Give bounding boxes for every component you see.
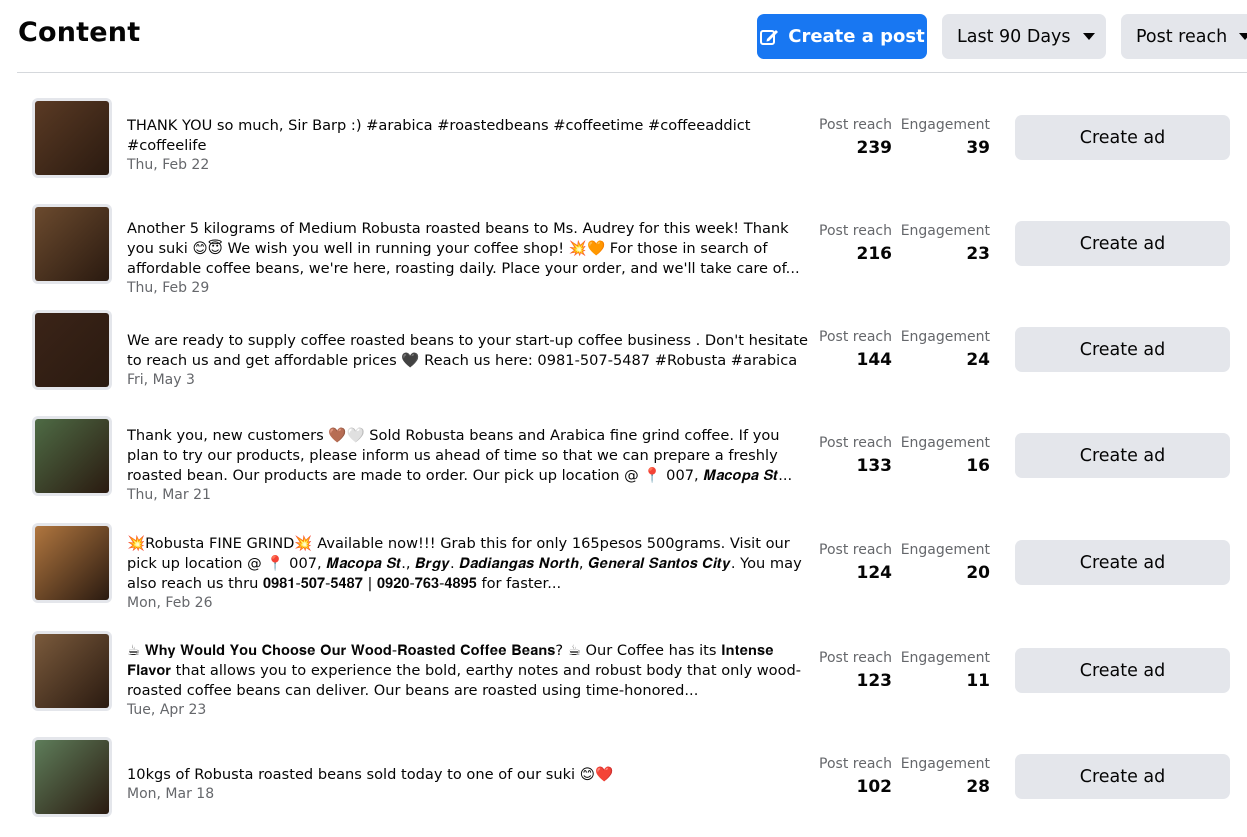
post-reach-value: 124 [856,563,893,583]
engagement-label: Engagement [900,117,990,133]
post-text[interactable]: Thank you, new customers 🤎🤍 Sold Robusta… [127,426,811,486]
create-post-label: Create a post [788,26,925,47]
create-post-button[interactable]: Create a post [757,14,927,59]
post-reach-value: 133 [856,456,893,476]
post-text[interactable]: ☕ 𝐖𝐡𝐲 𝐖𝐨𝐮𝐥𝐝 𝐘𝐨𝐮 𝐂𝐡𝐨𝐨𝐬𝐞 𝐎𝐮𝐫 𝐖𝐨𝐨𝐝-𝐑𝐨𝐚𝐬𝐭𝐞𝐝 … [127,641,811,701]
post-reach-label: Post reach [819,542,892,558]
post-image [35,101,109,175]
post-reach-value: 144 [856,350,893,370]
create-ad-button[interactable]: Create ad [1015,433,1230,478]
create-ad-button[interactable]: Create ad [1015,115,1230,160]
post-thumbnail[interactable] [32,98,112,178]
post-reach-label: Post reach [819,223,892,239]
engagement-value: 16 [966,456,990,476]
post-date: Tue, Apr 23 [127,702,207,718]
sort-metric-label: Post reach [1136,26,1228,47]
post-row[interactable]: 💥Robusta FINE GRIND💥 Available now!!! Gr… [0,523,1247,623]
post-image [35,526,109,600]
post-reach-value: 239 [856,138,893,158]
post-reach-label: Post reach [819,117,892,133]
post-date: Thu, Mar 21 [127,487,211,503]
engagement-value: 11 [966,671,990,691]
post-thumbnail[interactable] [32,631,112,711]
create-ad-button[interactable]: Create ad [1015,648,1230,693]
engagement-value: 20 [966,563,990,583]
post-reach-value: 123 [856,671,893,691]
post-thumbnail[interactable] [32,310,112,390]
post-text[interactable]: 💥Robusta FINE GRIND💥 Available now!!! Gr… [127,534,811,594]
engagement-value: 28 [966,777,990,797]
post-thumbnail[interactable] [32,204,112,284]
post-image [35,207,109,281]
post-row[interactable]: 10kgs of Robusta roasted beans sold toda… [0,737,1247,837]
create-ad-button[interactable]: Create ad [1015,754,1230,799]
post-text[interactable]: Another 5 kilograms of Medium Robusta ro… [127,219,811,279]
page-title: Content [18,17,141,48]
post-row[interactable]: ☕ 𝐖𝐡𝐲 𝐖𝐨𝐮𝐥𝐝 𝐘𝐨𝐮 𝐂𝐡𝐨𝐨𝐬𝐞 𝐎𝐮𝐫 𝐖𝐨𝐨𝐝-𝐑𝐨𝐚𝐬𝐭𝐞𝐝 … [0,631,1247,731]
engagement-value: 39 [966,138,990,158]
engagement-label: Engagement [900,756,990,772]
edit-icon [760,29,779,45]
engagement-value: 23 [966,244,990,264]
date-range-dropdown[interactable]: Last 90 Days [942,14,1106,59]
post-reach-value: 216 [856,244,893,264]
post-date: Mon, Feb 26 [127,595,213,611]
post-text[interactable]: THANK YOU so much, Sir Barp :) #arabica … [127,116,811,156]
post-text[interactable]: We are ready to supply coffee roasted be… [127,331,811,371]
post-date: Thu, Feb 22 [127,157,210,173]
post-date: Mon, Mar 18 [127,786,215,802]
create-ad-button[interactable]: Create ad [1015,540,1230,585]
post-image [35,313,109,387]
post-image [35,634,109,708]
post-reach-label: Post reach [819,650,892,666]
engagement-label: Engagement [900,542,990,558]
create-ad-button[interactable]: Create ad [1015,221,1230,266]
post-reach-label: Post reach [819,435,892,451]
engagement-label: Engagement [900,650,990,666]
post-date: Thu, Feb 29 [127,280,210,296]
caret-down-icon [1082,33,1095,40]
post-thumbnail[interactable] [32,416,112,496]
sort-metric-dropdown[interactable]: Post reach [1121,14,1247,59]
post-row[interactable]: We are ready to supply coffee roasted be… [0,310,1247,410]
post-date: Fri, May 3 [127,372,195,388]
post-reach-label: Post reach [819,329,892,345]
engagement-value: 24 [966,350,990,370]
post-row[interactable]: Another 5 kilograms of Medium Robusta ro… [0,204,1247,304]
post-thumbnail[interactable] [32,737,112,817]
create-ad-button[interactable]: Create ad [1015,327,1230,372]
engagement-label: Engagement [900,329,990,345]
post-text[interactable]: 10kgs of Robusta roasted beans sold toda… [127,765,811,785]
post-image [35,419,109,493]
engagement-label: Engagement [900,223,990,239]
post-thumbnail[interactable] [32,523,112,603]
caret-down-icon [1239,33,1247,40]
post-row[interactable]: Thank you, new customers 🤎🤍 Sold Robusta… [0,416,1247,516]
date-range-label: Last 90 Days [957,26,1071,47]
header-divider [17,72,1247,73]
post-reach-value: 102 [856,777,893,797]
post-row[interactable]: THANK YOU so much, Sir Barp :) #arabica … [0,98,1247,198]
post-image [35,740,109,814]
engagement-label: Engagement [900,435,990,451]
page-header: Content Create a post Last 90 Days Post … [0,0,1247,72]
post-reach-label: Post reach [819,756,892,772]
